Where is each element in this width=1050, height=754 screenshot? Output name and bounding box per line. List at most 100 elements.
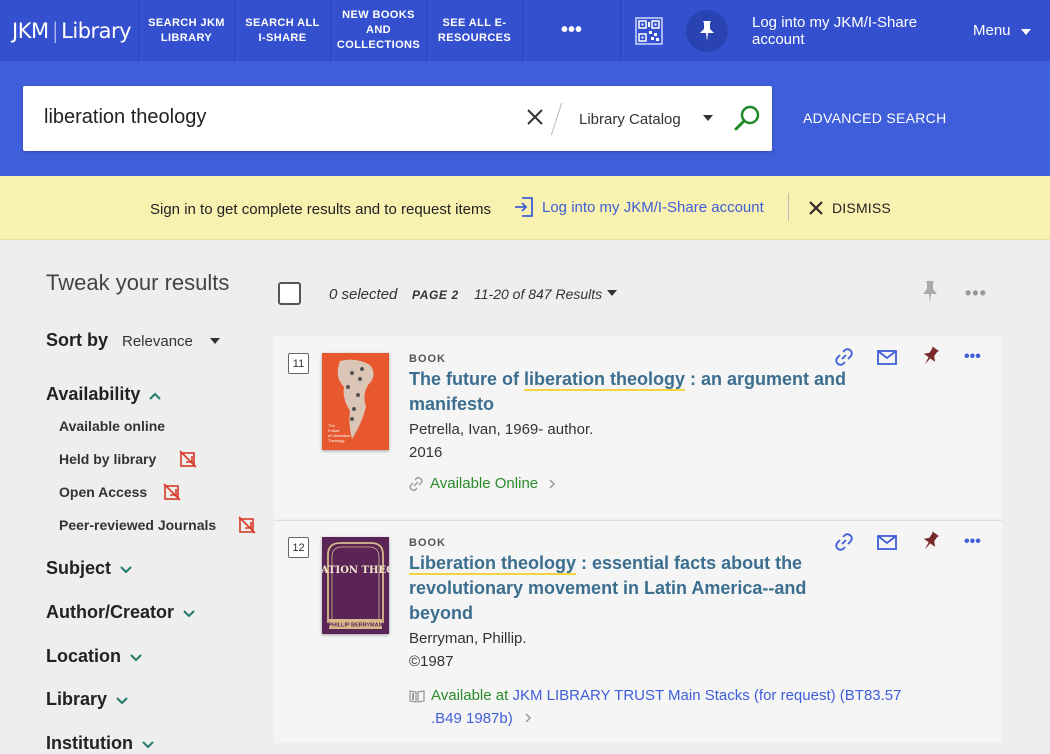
divider	[550, 102, 563, 136]
facet-held-by-library[interactable]: Held by library	[59, 451, 156, 467]
pin-icon	[923, 531, 940, 550]
close-icon	[809, 201, 823, 215]
chevron-down-icon	[183, 610, 195, 618]
nav-new-books[interactable]: NEW BOOKS AND COLLECTIONS	[331, 0, 427, 61]
svg-text:PHILLIP BERRYMAN: PHILLIP BERRYMAN	[328, 623, 382, 629]
result-more-button[interactable]: •••	[964, 533, 981, 551]
result-type: BOOK	[409, 537, 446, 549]
library-logo[interactable]: JKM | Library	[0, 0, 139, 61]
book-cover[interactable]: LIBERATION THEOLOGY PHILLIP BERRYMAN	[322, 537, 389, 634]
link-icon	[409, 476, 423, 491]
email-button[interactable]	[877, 535, 897, 555]
facet-label: Location	[46, 646, 121, 666]
facet-open-access[interactable]: Open Access	[59, 484, 147, 500]
pin-icon	[923, 281, 937, 303]
result-title-link[interactable]: Liberation theology : essential facts ab…	[409, 551, 849, 626]
search-button[interactable]	[732, 103, 762, 138]
availability-link[interactable]: Available at JKM LIBRARY TRUST Main Stac…	[409, 684, 919, 730]
pin-icon	[700, 20, 714, 41]
results-range[interactable]: 11-20 of 847 Results	[474, 286, 602, 302]
facet-label: Author/Creator	[46, 602, 175, 622]
email-icon	[877, 350, 897, 365]
permalink-button[interactable]	[835, 533, 853, 556]
clear-search-button[interactable]	[526, 108, 544, 131]
avail-prefix: Available at	[431, 687, 509, 704]
search-scope-select[interactable]: Library Catalog	[579, 111, 681, 128]
permalink-button[interactable]	[835, 348, 853, 371]
more-actions-button[interactable]: •••	[965, 283, 987, 304]
more-nav-button[interactable]: •••	[523, 0, 621, 61]
caret-down-icon[interactable]	[607, 290, 617, 296]
qr-code-button[interactable]	[621, 0, 677, 61]
exclude-icon	[179, 450, 197, 468]
pin-result-button[interactable]	[921, 346, 940, 373]
nav-search-jkm[interactable]: SEARCH JKM LIBRARY	[139, 0, 235, 61]
caret-down-icon[interactable]	[210, 338, 220, 344]
facet-availability[interactable]: Availability	[46, 384, 162, 405]
facet-available-online[interactable]: Available online	[59, 418, 165, 434]
facet-label: Availability	[46, 384, 141, 404]
facet-subject[interactable]: Subject	[46, 558, 133, 579]
result-date: ©1987	[409, 653, 454, 670]
menu-button[interactable]: Menu	[965, 0, 1031, 61]
facet-label: Library	[46, 689, 108, 709]
divider	[788, 193, 789, 221]
book-icon	[409, 690, 425, 703]
chevron-down-icon	[120, 566, 132, 574]
cover-art: The Future of Liberation Theology	[322, 353, 389, 450]
pin-all-button[interactable]	[920, 280, 940, 309]
qr-code-icon	[635, 16, 663, 45]
result-date: 2016	[409, 444, 443, 461]
close-icon	[527, 109, 543, 125]
exclude-icon	[163, 483, 181, 501]
exclude-icon	[238, 516, 256, 534]
nav-search-ishare[interactable]: SEARCH ALL I-SHARE	[235, 0, 331, 61]
nav-e-resources[interactable]: SEE ALL E-RESOURCES	[427, 0, 523, 61]
availability-link[interactable]: Available Online	[409, 475, 557, 492]
top-navigation: JKM | Library SEARCH JKM LIBRARY SEARCH AL…	[0, 0, 1050, 61]
search-input[interactable]: liberation theology	[44, 106, 206, 129]
link-icon	[835, 533, 853, 551]
chevron-down-icon	[130, 654, 142, 662]
svg-text:Theology: Theology	[328, 438, 344, 443]
pin-icon	[923, 346, 940, 365]
facet-location[interactable]: Location	[46, 646, 143, 667]
exclude-open-access[interactable]	[163, 483, 181, 506]
select-all-checkbox[interactable]	[278, 282, 301, 305]
banner-login-link[interactable]: Log into my JKM/I-Share account	[514, 196, 764, 218]
result-title-link[interactable]: The future of liberation theology : an a…	[409, 367, 849, 417]
facet-label: Subject	[46, 558, 112, 578]
facet-label: Institution	[46, 733, 133, 753]
result-number: 12	[288, 537, 309, 558]
facet-author[interactable]: Author/Creator	[46, 602, 196, 623]
caret-down-icon[interactable]	[703, 115, 713, 121]
cover-art: LIBERATION THEOLOGY PHILLIP BERRYMAN	[322, 537, 389, 634]
banner-login-label: Log into my JKM/I-Share account	[542, 198, 764, 216]
book-cover[interactable]: The Future of Liberation Theology	[322, 353, 389, 450]
chevron-down-icon	[116, 697, 128, 705]
menu-label: Menu	[973, 22, 1011, 39]
exclude-peer-reviewed[interactable]	[238, 516, 256, 539]
dismiss-button[interactable]: DISMISS	[808, 200, 891, 216]
brand-right: Library	[61, 18, 132, 43]
sign-in-banner: Sign in to get complete results and to r…	[0, 176, 1050, 240]
svg-text:LIBERATION THEOLOGY: LIBERATION THEOLOGY	[322, 565, 389, 576]
result-more-button[interactable]: •••	[964, 348, 981, 366]
result-card: 11 The Future of Liberation Theology BOO…	[274, 336, 1002, 519]
result-author: Petrella, Ivan, 1969- author.	[409, 421, 594, 438]
search-band: liberation theology Library Catalog ADVA…	[0, 61, 1050, 176]
pin-result-button[interactable]	[921, 531, 940, 558]
banner-message: Sign in to get complete results and to r…	[150, 201, 492, 218]
top-login-link[interactable]: Log into my JKM/I-Share account	[737, 0, 965, 61]
brand-left: JKM	[12, 18, 49, 43]
email-button[interactable]	[877, 350, 897, 370]
sign-in-icon	[515, 197, 533, 217]
sort-select[interactable]: Relevance	[122, 333, 193, 350]
facet-peer-reviewed[interactable]: Peer-reviewed Journals	[59, 517, 216, 533]
exclude-held-by-library[interactable]	[179, 450, 197, 473]
page-label: PAGE 2	[412, 288, 459, 302]
pinned-items-button[interactable]	[677, 0, 737, 61]
facet-library[interactable]: Library	[46, 689, 129, 710]
facet-institution[interactable]: Institution	[46, 733, 155, 754]
advanced-search-link[interactable]: ADVANCED SEARCH	[803, 110, 947, 126]
